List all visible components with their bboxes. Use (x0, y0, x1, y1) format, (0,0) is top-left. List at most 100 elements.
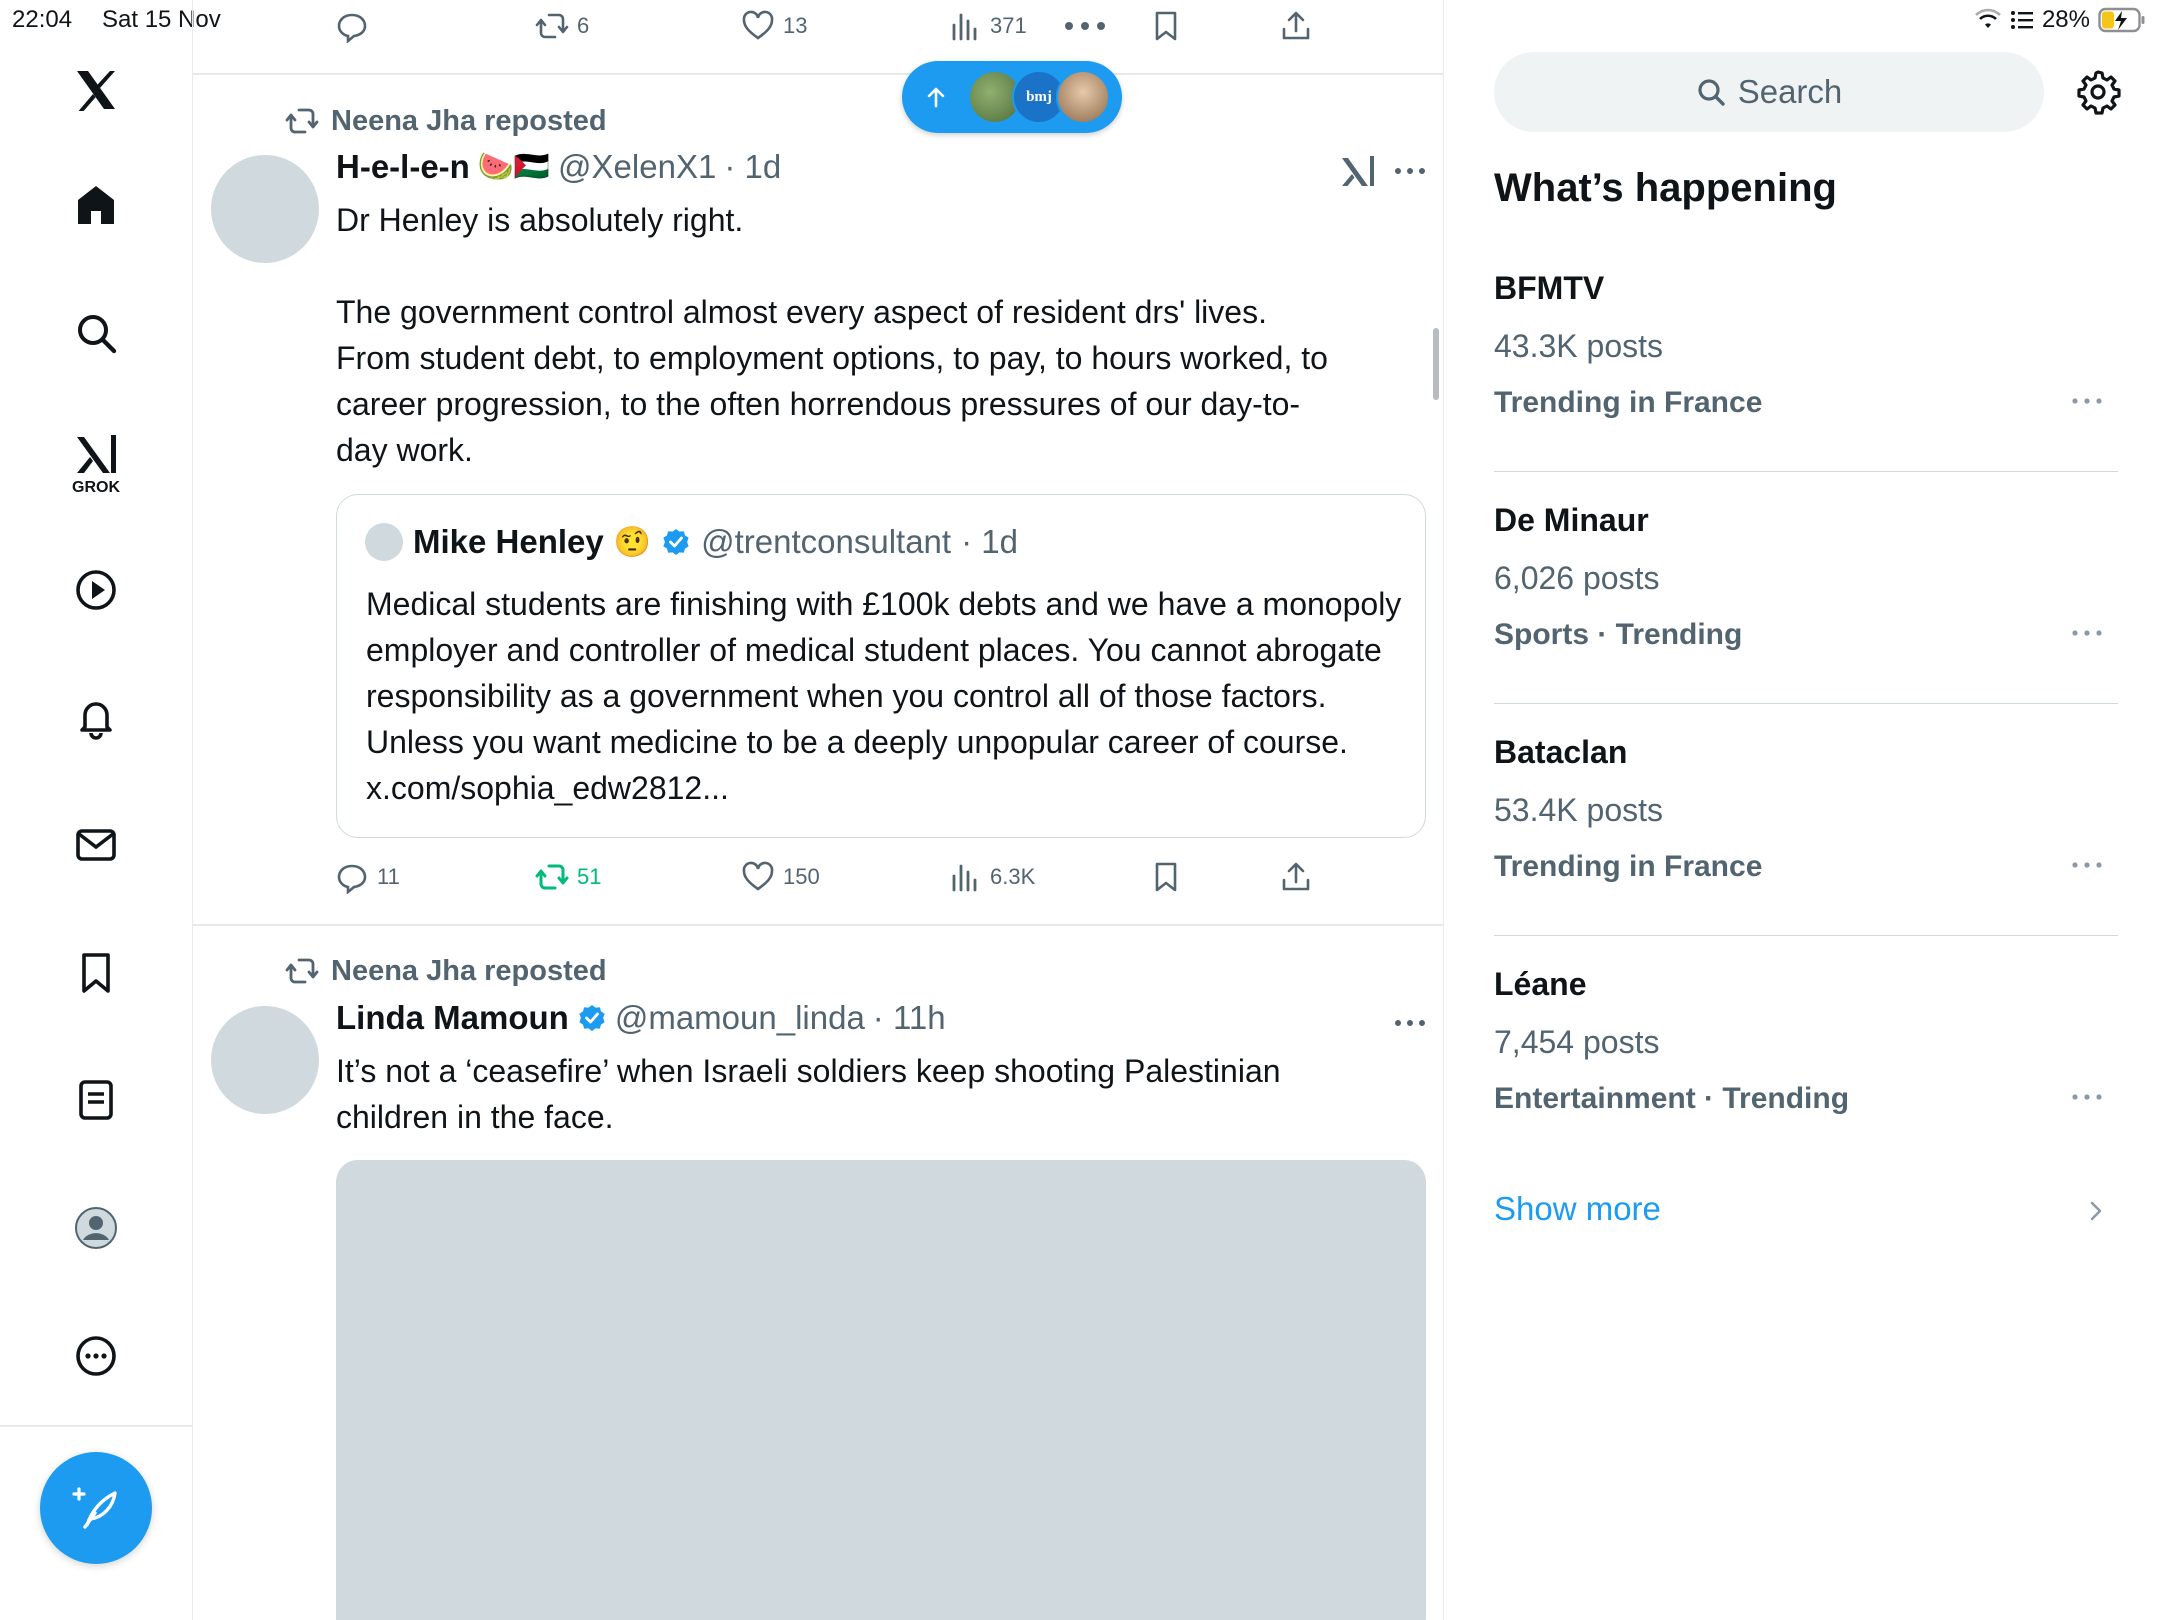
new-posts-pill[interactable]: bmj (902, 61, 1122, 133)
right-sidebar: Search What’s happening BFMTV 43.3K post… (1446, 0, 2160, 1620)
reply-count: 11 (377, 864, 400, 889)
trend-name: Bataclan (1494, 734, 1628, 770)
bell-icon (80, 702, 112, 740)
nav-grok[interactable]: GROK (46, 418, 146, 510)
x-logo-icon (77, 71, 115, 111)
views-button[interactable]: 371 (948, 6, 1027, 46)
prev-post-actions: 6 13 371 (193, 6, 1443, 46)
scrollbar-thumb[interactable] (1433, 328, 1439, 400)
post-divider (193, 73, 1443, 75)
trend-more-button[interactable] (2066, 850, 2108, 880)
trend-more-button[interactable] (2066, 1082, 2108, 1112)
more-dots-icon (2072, 1094, 2102, 1100)
like-button[interactable]: 150 (741, 857, 820, 897)
trend-more-button[interactable] (2066, 618, 2108, 648)
nav-bookmarks[interactable] (46, 933, 146, 1013)
post-media[interactable] (336, 1160, 1426, 1620)
trend-item[interactable]: BFMTV 43.3K posts Trending in France (1494, 240, 2118, 472)
share-button[interactable] (1279, 857, 1313, 897)
bookmark-icon (82, 953, 110, 993)
nav-lists[interactable] (46, 1060, 146, 1140)
quoted-post[interactable]: Mike Henley 🤨 @trentconsultant · 1d Medi… (336, 494, 1426, 838)
post-more-button[interactable] (1389, 1008, 1431, 1038)
bookmark-icon (1155, 11, 1177, 41)
trend-more-button[interactable] (2066, 386, 2108, 416)
repost-count: 51 (577, 864, 602, 889)
nav-notifications[interactable] (46, 678, 146, 758)
like-button[interactable]: 13 (741, 6, 807, 46)
trend-name: De Minaur (1494, 502, 1649, 538)
nav-explore[interactable] (46, 293, 146, 373)
repost-icon (285, 958, 319, 984)
repost-context-label: Neena Jha reposted (331, 954, 607, 987)
more-dots-icon (2072, 862, 2102, 868)
share-button[interactable] (1279, 6, 1313, 46)
profile-avatar-icon (75, 1207, 117, 1249)
trend-item[interactable]: Léane 7,454 posts Entertainment · Trendi… (1494, 936, 2118, 1168)
more-button[interactable] (1061, 6, 1109, 46)
views-count: 371 (990, 13, 1027, 38)
repost-icon (535, 13, 569, 39)
repost-context[interactable]: Neena Jha reposted (285, 954, 607, 988)
nav-profile[interactable] (46, 1188, 146, 1268)
x-logo[interactable] (46, 50, 146, 130)
search-input[interactable]: Search (1494, 52, 2044, 132)
nav-home[interactable] (46, 165, 146, 245)
mail-icon (76, 829, 116, 861)
gear-icon (2077, 70, 2121, 115)
repost-button[interactable]: 6 (535, 6, 589, 46)
search-placeholder: Search (1737, 73, 1843, 110)
repost-icon (535, 864, 569, 890)
timeline[interactable]: 6 13 371 Neena Jha reposted H-e-l-e-n 🍉🇵… (193, 0, 1444, 1620)
author-flags: 🍉🇵🇸 (477, 151, 551, 183)
nav-messages[interactable] (46, 805, 146, 885)
reply-icon (337, 864, 367, 894)
avatar[interactable] (211, 155, 319, 263)
author-handle[interactable]: @XelenX1 (558, 148, 716, 186)
compose-feather-icon (72, 1487, 117, 1529)
more-dots-icon (2072, 630, 2102, 636)
author-handle[interactable]: @mamoun_linda (615, 999, 865, 1037)
views-button[interactable]: 6.3K (948, 857, 1035, 897)
trend-count: 6,026 posts (1494, 560, 1660, 596)
share-icon (1282, 862, 1310, 891)
show-more-link[interactable]: Show more (1494, 1190, 1661, 1228)
settings-button[interactable] (2072, 66, 2124, 118)
like-count: 150 (783, 864, 820, 889)
post-more-button[interactable] (1389, 156, 1431, 186)
repost-button[interactable]: 51 (535, 857, 601, 897)
nav-videos[interactable] (46, 550, 146, 630)
post-time[interactable]: · 11h (873, 999, 946, 1037)
quote-author-handle: @trentconsultant (701, 523, 952, 560)
post-time[interactable]: · 1d (724, 148, 781, 186)
grok-button[interactable] (1339, 152, 1377, 190)
repost-context[interactable]: Neena Jha reposted (285, 104, 607, 138)
nav-more[interactable] (46, 1316, 146, 1396)
play-icon (76, 570, 116, 610)
reply-button[interactable]: 11 (335, 857, 400, 897)
author-name[interactable]: Linda Mamoun (336, 999, 569, 1037)
more-dots-icon (1395, 168, 1425, 174)
trend-item[interactable]: De Minaur 6,026 posts Sports · Trending (1494, 472, 2118, 704)
repost-context-label: Neena Jha reposted (331, 104, 607, 137)
bookmark-button[interactable] (1149, 857, 1183, 897)
chevron-right-icon (2086, 1196, 2106, 1226)
trend-meta: Sports · Trending (1494, 618, 1743, 651)
trend-name: Léane (1494, 966, 1587, 1002)
more-dots-icon (1065, 22, 1105, 30)
heart-icon (742, 861, 774, 891)
repost-icon (285, 108, 319, 134)
reply-icon (337, 13, 367, 43)
reply-button[interactable] (335, 6, 369, 46)
bookmark-button[interactable] (1149, 6, 1183, 46)
compose-button[interactable] (40, 1452, 152, 1564)
author-name[interactable]: H-e-l-e-n (336, 148, 470, 186)
home-icon (78, 186, 114, 224)
heart-icon (742, 10, 774, 40)
trend-item[interactable]: Bataclan 53.4K posts Trending in France (1494, 704, 2118, 936)
arrow-up-icon (927, 87, 945, 108)
trend-count: 7,454 posts (1494, 1024, 1660, 1060)
trend-meta: Trending in France (1494, 850, 1763, 883)
post-divider (193, 924, 1443, 926)
avatar[interactable] (211, 1006, 319, 1114)
